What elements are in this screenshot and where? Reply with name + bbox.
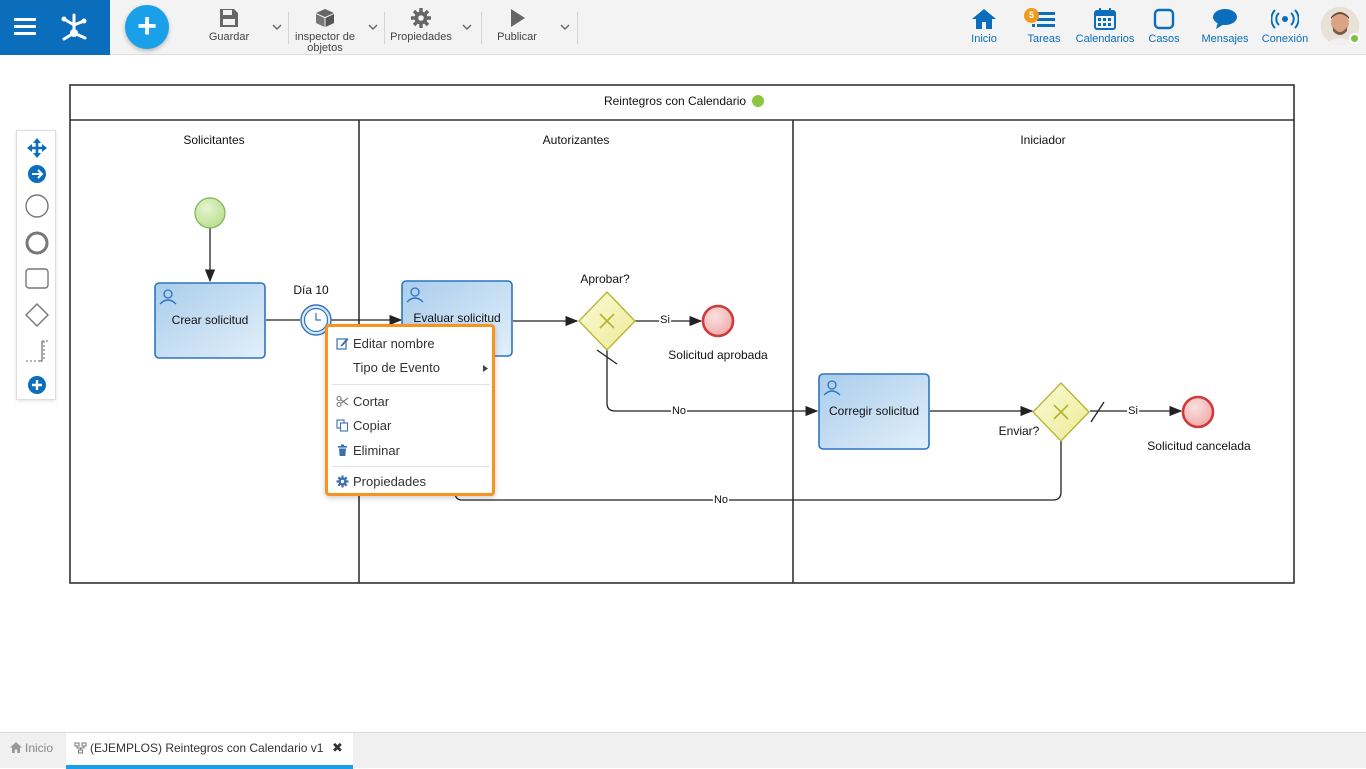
end-event-approved[interactable] bbox=[701, 304, 735, 338]
hamburger-menu-icon[interactable] bbox=[14, 18, 36, 36]
chevron-down-icon[interactable] bbox=[462, 22, 472, 32]
lane-title: Iniciador bbox=[1020, 133, 1066, 147]
menu-item-label: Copiar bbox=[353, 418, 392, 433]
nav-connection[interactable]: Conexión bbox=[1260, 8, 1310, 45]
nav-tasks-label: Tareas bbox=[1027, 33, 1061, 45]
menu-item-edit-name[interactable]: Editar nombre bbox=[328, 333, 492, 355]
gear-icon bbox=[411, 8, 431, 28]
floppy-disk-icon bbox=[220, 9, 238, 27]
properties-button[interactable]: Propiedades bbox=[386, 8, 456, 43]
menu-separator bbox=[332, 384, 490, 385]
gateway-label: Aprobar? bbox=[580, 272, 630, 286]
menu-item-event-type[interactable]: Tipo de Evento bbox=[328, 357, 492, 379]
menu-item-delete[interactable]: Eliminar bbox=[328, 440, 492, 462]
trash-icon bbox=[338, 444, 347, 456]
gear-icon bbox=[336, 475, 349, 488]
bpmn-diagram bbox=[69, 84, 1295, 584]
timer-label: Día 10 bbox=[293, 283, 329, 297]
process-diagram-icon bbox=[74, 742, 87, 754]
play-icon bbox=[511, 9, 525, 27]
menu-item-cut[interactable]: Cortar bbox=[328, 391, 492, 413]
broadcast-signal-icon bbox=[1271, 9, 1299, 29]
submenu-arrow-icon bbox=[483, 365, 488, 372]
gateway-label: Enviar? bbox=[998, 424, 1040, 438]
context-menu: Editar nombre Tipo de Evento Cortar Copi… bbox=[325, 324, 495, 496]
close-tab-icon[interactable]: ✖ bbox=[332, 740, 343, 756]
case-square-icon bbox=[1153, 8, 1175, 30]
top-bar: + Guardar inspector de objetos Propiedad… bbox=[0, 0, 1366, 55]
nav-home[interactable]: Inicio bbox=[964, 8, 1004, 45]
publish-label: Publicar bbox=[497, 31, 537, 43]
chat-bubble-icon bbox=[1213, 9, 1237, 29]
lane-title: Autorizantes bbox=[542, 133, 610, 147]
calendar-icon bbox=[1094, 8, 1116, 30]
tab-home-label: Inicio bbox=[25, 741, 54, 755]
menu-item-copy[interactable]: Copiar bbox=[328, 415, 492, 437]
end-event-cancelled[interactable] bbox=[1181, 395, 1215, 429]
end-event-label: Solicitud cancelada bbox=[1147, 439, 1251, 453]
flow-label: No bbox=[712, 494, 730, 506]
pool-status-dot bbox=[752, 95, 764, 107]
home-icon bbox=[972, 9, 996, 29]
nav-calendars-label: Calendarios bbox=[1075, 33, 1135, 45]
flow-label: No bbox=[670, 405, 688, 417]
inspector-label-line2: objetos bbox=[307, 42, 343, 54]
toolbar-divider bbox=[481, 12, 482, 44]
tab-process-label: (EJEMPLOS) Reintegros con Calendario v1 bbox=[90, 741, 324, 755]
tab-home[interactable]: Inicio bbox=[10, 741, 53, 755]
nav-cases-label: Casos bbox=[1148, 33, 1180, 45]
tasks-count-badge: 5 bbox=[1024, 8, 1039, 23]
add-new-button[interactable]: + bbox=[125, 5, 169, 49]
lane-title: Solicitantes bbox=[183, 133, 245, 147]
diagram-canvas[interactable]: Reintegros con Calendario Solicitantes A… bbox=[0, 56, 1366, 732]
toolbar-divider bbox=[384, 12, 385, 44]
toolbar-divider bbox=[288, 12, 289, 44]
home-icon bbox=[10, 742, 22, 753]
edit-pencil-icon bbox=[336, 338, 349, 350]
chevron-down-icon[interactable] bbox=[368, 22, 378, 32]
main-menu-area bbox=[0, 0, 110, 55]
menu-item-label: Cortar bbox=[353, 394, 390, 409]
nav-calendars[interactable]: Calendarios bbox=[1074, 8, 1136, 45]
save-label: Guardar bbox=[208, 31, 250, 43]
publish-button[interactable]: Publicar bbox=[492, 8, 542, 43]
nav-cases[interactable]: Casos bbox=[1146, 8, 1182, 45]
menu-item-label: Eliminar bbox=[353, 443, 400, 458]
tab-process-document[interactable]: (EJEMPLOS) Reintegros con Calendario v1 … bbox=[66, 733, 353, 769]
copy-icon bbox=[336, 419, 349, 432]
start-event[interactable] bbox=[194, 197, 226, 229]
task-label: Corregir solicitud bbox=[828, 404, 920, 418]
bottom-tab-bar: Inicio (EJEMPLOS) Reintegros con Calenda… bbox=[0, 732, 1366, 769]
save-button[interactable]: Guardar bbox=[204, 8, 254, 43]
scissors-icon bbox=[336, 395, 349, 408]
menu-item-label: Propiedades bbox=[353, 474, 426, 489]
menu-item-properties[interactable]: Propiedades bbox=[328, 471, 492, 493]
menu-item-label: Tipo de Evento bbox=[353, 360, 440, 375]
nav-home-label: Inicio bbox=[971, 33, 997, 45]
online-status-dot bbox=[1349, 33, 1360, 44]
flow-label: Si bbox=[1127, 405, 1139, 417]
nav-messages[interactable]: Mensajes bbox=[1200, 8, 1250, 45]
chevron-down-icon[interactable] bbox=[272, 22, 282, 32]
properties-label: Propiedades bbox=[390, 31, 452, 43]
menu-item-label: Editar nombre bbox=[353, 336, 435, 351]
task-label: Evaluar solicitud bbox=[413, 311, 501, 325]
nav-connection-label: Conexión bbox=[1261, 33, 1309, 45]
nav-messages-label: Mensajes bbox=[1201, 33, 1249, 45]
pool-title: Reintegros con Calendario bbox=[603, 94, 747, 108]
cube-icon bbox=[316, 9, 334, 27]
flow-label: Si bbox=[659, 314, 671, 326]
end-event-label: Solicitud aprobada bbox=[668, 348, 768, 362]
task-label: Crear solicitud bbox=[171, 313, 249, 327]
object-inspector-button[interactable]: inspector de objetos bbox=[290, 8, 360, 54]
app-logo-icon[interactable] bbox=[56, 9, 92, 45]
menu-separator bbox=[332, 466, 490, 467]
chevron-down-icon[interactable] bbox=[560, 22, 570, 32]
toolbar-divider bbox=[577, 12, 578, 44]
